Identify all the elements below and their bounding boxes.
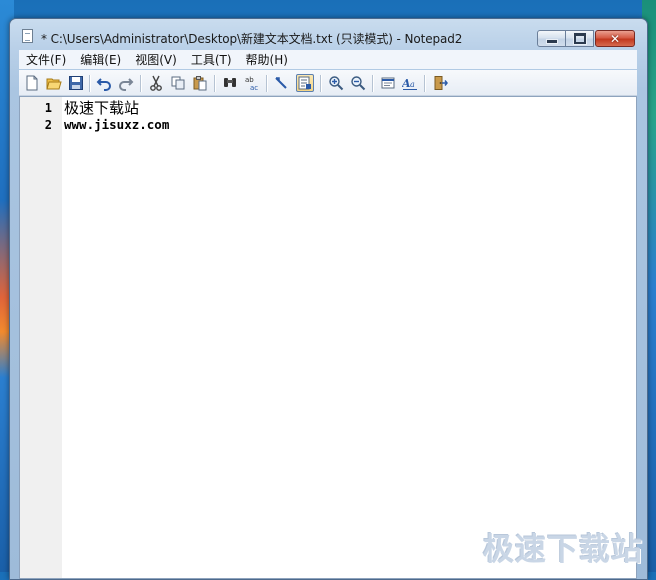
exit-icon [434,76,448,90]
title-bar[interactable]: * C:\Users\Administrator\Desktop\新建文本文档.… [10,19,647,49]
undo-button[interactable] [95,74,113,92]
maximize-icon [573,33,586,44]
exit-button[interactable] [431,74,449,92]
menu-bar: 文件(F) 编辑(E) 视图(V) 工具(T) 帮助(H) [19,50,637,69]
toolbar-separator [214,75,216,92]
word-wrap-button[interactable] [273,74,291,92]
menu-file[interactable]: 文件(F) [19,51,73,68]
toolbar-separator [372,75,374,92]
open-folder-icon [46,78,62,90]
paste-icon [193,76,207,91]
settings-button[interactable] [379,74,397,92]
toolbar-separator [424,75,426,92]
redo-icon [119,78,134,91]
close-button[interactable]: ✕ [595,30,635,47]
line-content: 极速下载站 [64,99,140,117]
site-watermark: 极速下载站 [483,532,643,568]
editor-line[interactable]: 1 极速下载站 [20,99,620,117]
toolbar-separator [89,75,91,92]
undo-icon [96,78,111,91]
toolbar-separator [266,75,268,92]
copy-button[interactable] [169,74,187,92]
menu-help[interactable]: 帮助(H) [239,51,295,68]
readonly-toggle-icon [298,76,311,90]
find-button[interactable] [221,74,239,92]
minimize-button[interactable] [537,30,566,47]
redo-button[interactable] [117,74,135,92]
line-number: 1 [44,100,52,115]
find-icon [224,78,236,87]
cut-icon [150,75,162,91]
replace-button[interactable]: ab ac [243,74,261,92]
text-editor[interactable]: 1 极速下载站 2 www.jisuxz.com [19,96,637,579]
zoom-out-icon [351,76,366,91]
line-number: 2 [44,117,52,132]
close-icon: ✕ [609,31,621,46]
line-content: www.jisuxz.com [64,117,170,132]
settings-icon [381,77,395,89]
copy-icon [171,76,185,90]
minimize-icon [545,38,558,44]
cut-button[interactable] [147,74,165,92]
menu-view[interactable]: 视图(V) [128,51,184,68]
zoom-in-button[interactable] [327,74,345,92]
zoom-out-button[interactable] [349,74,367,92]
new-file-icon [26,75,38,91]
notepad-app-icon[interactable] [22,29,33,43]
save-icon [69,76,83,90]
open-button[interactable] [45,74,63,92]
font-icon: Aa [402,77,417,90]
word-wrap-icon [275,77,287,89]
svg-text:a: a [410,80,415,89]
line-number-gutter [20,97,62,578]
save-button[interactable] [67,74,85,92]
toolbar-separator [140,75,142,92]
editor-line[interactable]: 2 www.jisuxz.com [20,116,620,133]
toolbar-separator [320,75,322,92]
window-title: * C:\Users\Administrator\Desktop\新建文本文档.… [41,32,463,46]
menu-tools[interactable]: 工具(T) [184,51,239,68]
new-file-button[interactable] [23,74,41,92]
menu-edit[interactable]: 编辑(E) [73,51,128,68]
toolbar: ab ac Aa [19,70,637,96]
maximize-button[interactable] [566,30,594,47]
readonly-toggle-button[interactable] [296,74,314,92]
replace-icon: abac [245,76,258,91]
notepad2-window: * C:\Users\Administrator\Desktop\新建文本文档.… [9,18,648,580]
svg-text:ab: ab [245,76,254,84]
zoom-in-icon [329,76,344,91]
paste-button[interactable] [191,74,209,92]
font-button[interactable]: Aa [401,74,419,92]
svg-text:ac: ac [250,84,258,91]
